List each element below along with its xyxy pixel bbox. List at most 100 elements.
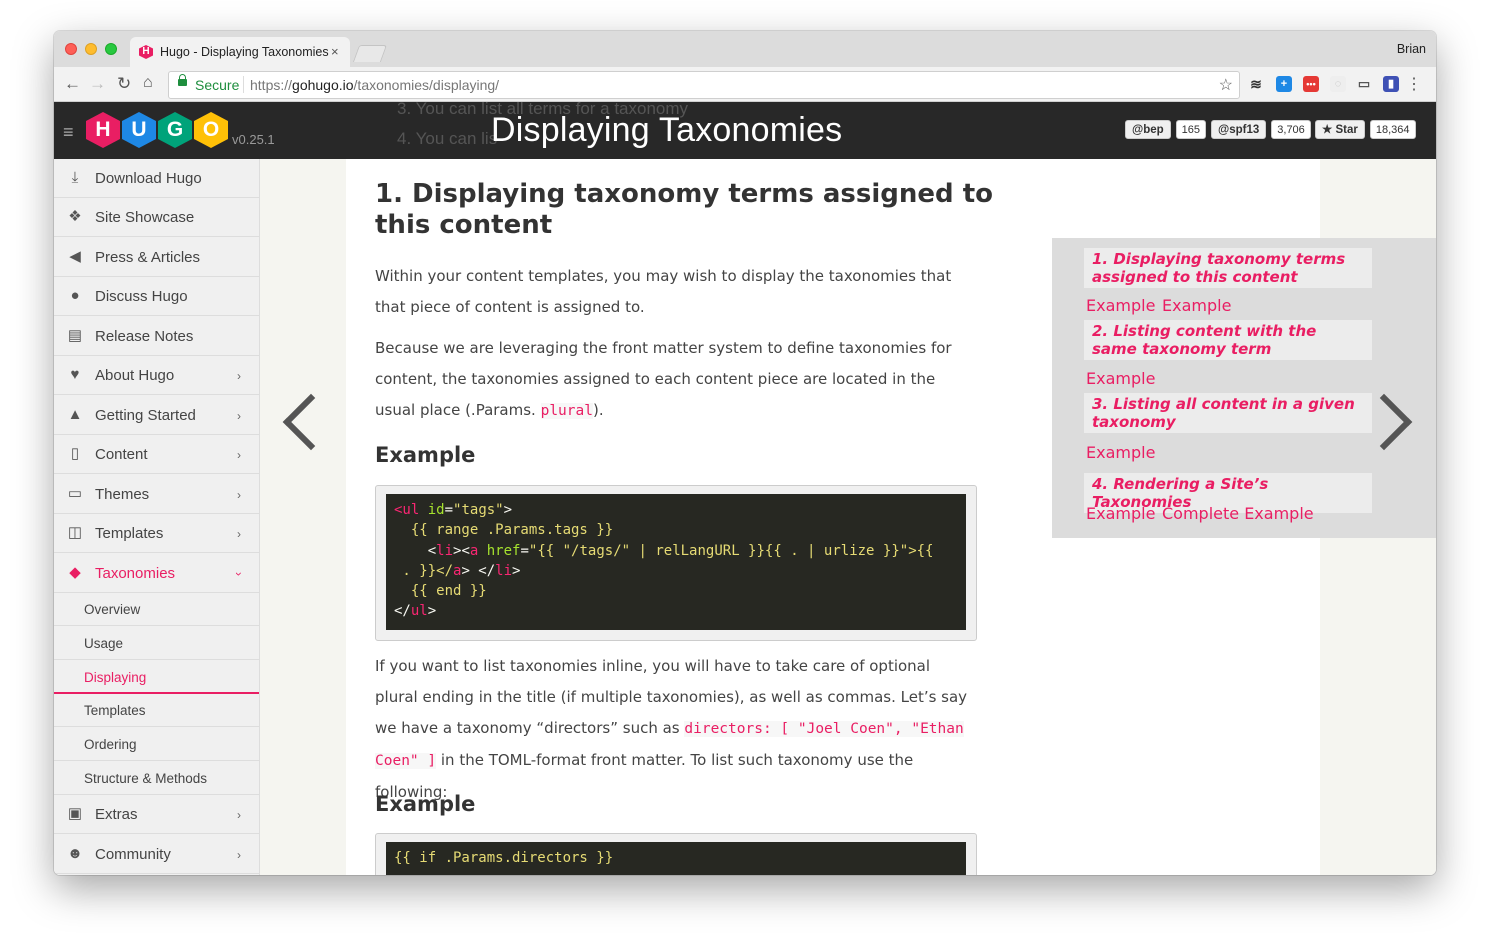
lock-icon <box>178 74 187 86</box>
browser-window: H Hugo - Displaying Taxonomies × Brian ←… <box>54 31 1436 875</box>
download-icon: ⤓ <box>71 169 79 186</box>
previous-page-arrow-icon[interactable] <box>282 393 340 451</box>
site-header: ≡ H U G O v0.25.1 3. You can list all te… <box>54 102 1436 159</box>
tab-strip: H Hugo - Displaying Taxonomies × Brian <box>54 31 1436 67</box>
file-icon: ▯ <box>70 445 80 462</box>
github-spf13-button[interactable]: @spf13 3,706 <box>1211 120 1311 139</box>
newspaper-icon: ▤ <box>67 327 83 344</box>
sidebar-item-label: Download Hugo <box>95 170 202 187</box>
page-title: Displaying Taxonomies <box>491 111 843 149</box>
sidebar-item-discuss[interactable]: ● Discuss Hugo <box>54 277 259 316</box>
close-window-button[interactable] <box>65 43 77 55</box>
sub-item-label: Ordering <box>84 737 137 752</box>
cast-icon[interactable]: ▭ <box>1356 76 1372 92</box>
code-token: > <box>427 603 437 620</box>
sub-item-usage[interactable]: Usage <box>54 627 259 660</box>
bullhorn-icon: ◀ <box>69 248 81 265</box>
sidebar-item-taxonomies[interactable]: ◆ Taxonomies › <box>54 554 259 593</box>
browser-tab[interactable]: H Hugo - Displaying Taxonomies × <box>130 37 350 67</box>
sidebar-item-label: Taxonomies <box>95 565 176 582</box>
code-token: >< <box>453 542 470 559</box>
maximize-window-button[interactable] <box>105 43 117 55</box>
toc-link-example[interactable]: Example <box>1086 296 1155 315</box>
scrolled-text-ghost-2: 4. You can lis <box>397 129 498 148</box>
tab-close-icon[interactable]: × <box>331 44 339 59</box>
sub-item-label: Structure & Methods <box>84 771 208 786</box>
version-label: v0.25.1 <box>232 132 275 147</box>
sidebar-item-label: Community <box>95 846 171 863</box>
columns-icon: ◫ <box>67 524 83 541</box>
sidebar-item-content[interactable]: ▯ Content › <box>54 435 259 474</box>
heart-icon: ♥ <box>70 366 80 383</box>
sidebar-item-community[interactable]: ☻ Community › <box>54 835 259 874</box>
sub-item-templates[interactable]: Templates <box>54 694 259 727</box>
hamburger-menu-icon[interactable]: ≡ <box>63 122 74 143</box>
toc-link-example[interactable]: Example <box>1086 443 1155 462</box>
plural-code: plural <box>540 403 593 419</box>
sidebar-item-label: About Hugo <box>95 367 175 384</box>
code-token: ul <box>410 603 428 620</box>
sidebar-item-label: Extras <box>95 806 138 823</box>
code-token: > </ <box>461 562 496 579</box>
sub-item-structure-methods[interactable]: Structure & Methods <box>54 762 259 795</box>
sub-item-label: Overview <box>84 602 141 617</box>
sidebar-item-getting-started[interactable]: ▲ Getting Started › <box>54 396 259 435</box>
sidebar-item-download[interactable]: ⤓ Download Hugo <box>54 159 259 198</box>
code-line: </ul> <box>394 603 436 619</box>
chevron-right-icon: › <box>237 848 241 862</box>
back-arrow-icon[interactable]: ← <box>64 74 81 94</box>
github-star-label: ★ Star <box>1315 120 1365 139</box>
home-icon[interactable]: ⌂ <box>143 74 153 92</box>
plus-extension-icon[interactable]: + <box>1276 76 1292 92</box>
code-token: </ <box>394 603 411 620</box>
inline-taxonomies-paragraph: If you want to list taxonomies inline, y… <box>375 651 975 808</box>
code-content-1: <ul id="tags"> {{ range .Params.tags }} … <box>386 494 966 630</box>
forward-arrow-icon[interactable]: → <box>89 74 106 94</box>
buffer-extension-icon[interactable]: ≋ <box>1248 76 1264 92</box>
github-star-button[interactable]: ★ Star 18,364 <box>1315 120 1416 139</box>
minimize-window-button[interactable] <box>85 43 97 55</box>
sidebar-item-label: Press & Articles <box>95 249 201 266</box>
circle-extension-icon[interactable]: ◌ <box>1330 76 1346 92</box>
code-token: = <box>520 542 529 559</box>
sub-item-label: Usage <box>84 636 124 651</box>
tab-title: Hugo - Displaying Taxonomies <box>160 45 329 59</box>
sub-item-displaying[interactable]: Displaying <box>54 661 259 694</box>
sidebar-item-about[interactable]: ♥ About Hugo › <box>54 356 259 395</box>
sidebar-item-label: Themes <box>95 486 150 503</box>
sub-item-overview[interactable]: Overview <box>54 593 259 626</box>
lastpass-extension-icon[interactable]: ••• <box>1303 76 1319 92</box>
code-token: >{{ <box>908 542 934 559</box>
toc-link-example[interactable]: Example <box>1086 504 1155 523</box>
toc-heading-2[interactable]: 2. Listing content with the same taxonom… <box>1084 320 1372 360</box>
sidebar-item-press[interactable]: ◀ Press & Articles <box>54 238 259 277</box>
github-bep-button[interactable]: @bep 165 <box>1125 120 1207 139</box>
reload-icon[interactable]: ↻ <box>117 74 131 94</box>
toc-heading-3[interactable]: 3. Listing all content in a given taxono… <box>1084 393 1372 433</box>
toc-link-complete-example[interactable]: Complete Example <box>1162 504 1314 523</box>
browser-toolbar: ← → ↻ ⌂ Secure https://gohugo.io/taxonom… <box>54 67 1436 102</box>
code-token: < <box>394 542 437 559</box>
bookmark-star-icon[interactable]: ☆ <box>1219 75 1233 95</box>
address-bar[interactable]: Secure https://gohugo.io/taxonomies/disp… <box>168 71 1240 99</box>
toc-heading-1[interactable]: 1. Displaying taxonomy terms assigned to… <box>1084 248 1372 288</box>
example-heading-2: Example <box>375 792 476 816</box>
sidebar-item-release-notes[interactable]: ▤ Release Notes <box>54 317 259 356</box>
browser-menu-icon[interactable]: ⋮ <box>1406 74 1422 94</box>
code-token: <ul <box>394 502 420 518</box>
sub-item-ordering[interactable]: Ordering <box>54 728 259 761</box>
code-token: "tags" <box>453 502 504 518</box>
sidebar-item-templates[interactable]: ◫ Templates › <box>54 514 259 553</box>
chevron-right-icon: › <box>237 488 241 502</box>
sidebar-item-themes[interactable]: ▭ Themes › <box>54 475 259 514</box>
sidebar-item-extras[interactable]: ▣ Extras › <box>54 795 259 834</box>
new-tab-button[interactable] <box>352 45 388 62</box>
profile-name[interactable]: Brian <box>1397 42 1426 56</box>
sidebar-item-label: Content <box>95 446 148 463</box>
code-block-1: <ul id="tags"> {{ range .Params.tags }} … <box>375 485 977 641</box>
toc-link-example[interactable]: Example <box>1086 369 1155 388</box>
code-token: id <box>419 502 445 518</box>
toc-link-example[interactable]: Example <box>1162 296 1231 315</box>
sidebar-item-showcase[interactable]: ❖ Site Showcase <box>54 198 259 237</box>
colorful-extension-icon[interactable]: ▮ <box>1383 76 1399 92</box>
